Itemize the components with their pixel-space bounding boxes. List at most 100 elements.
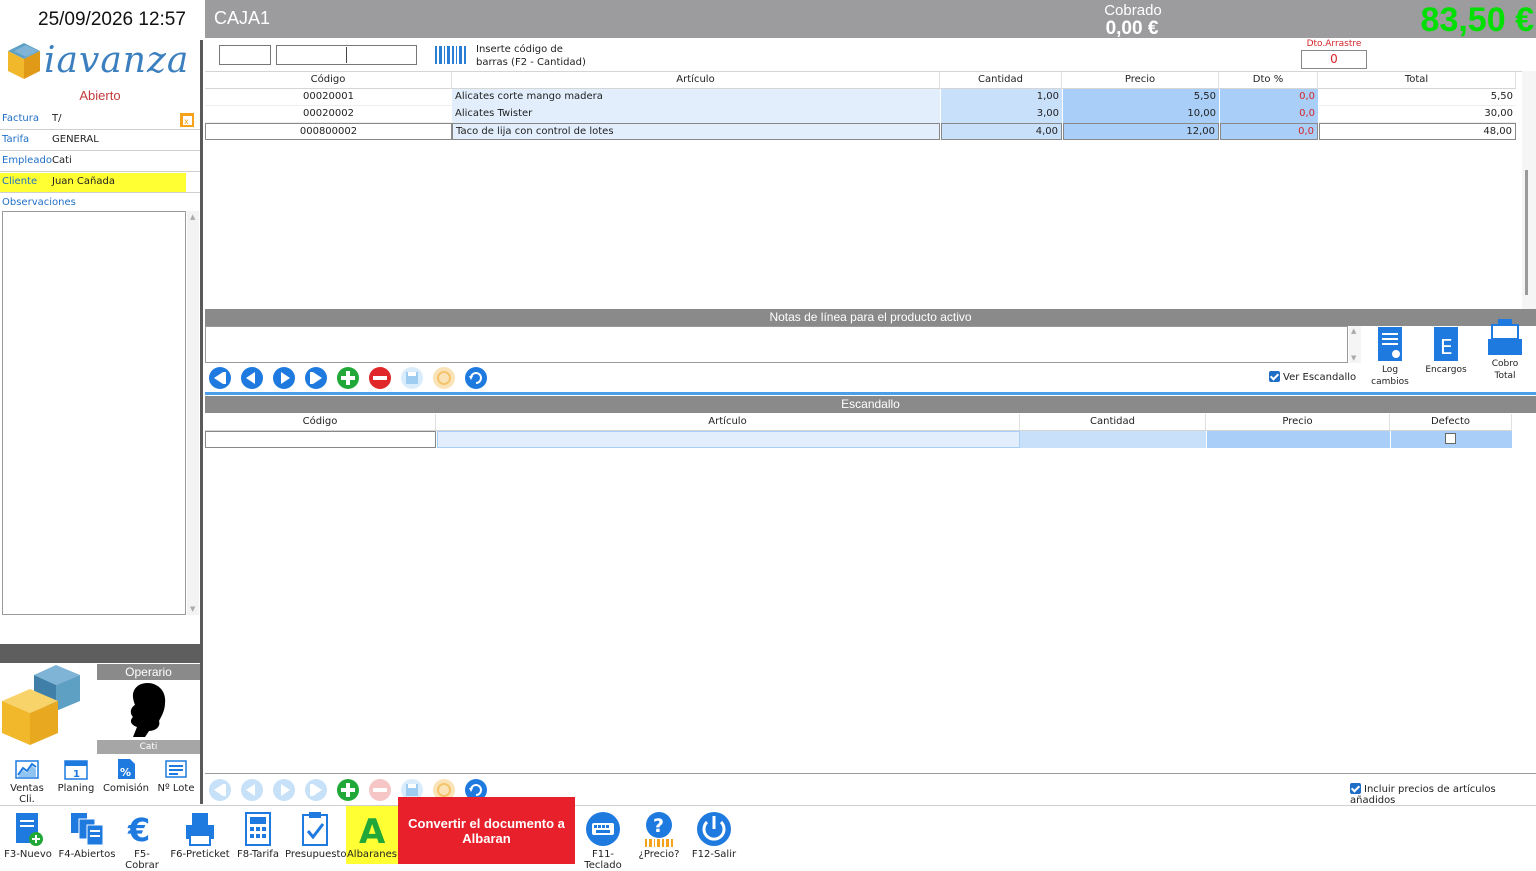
incluir-precios-checkbox[interactable]: Incluir precios de artículos añadidos — [1350, 783, 1536, 806]
ver-escandallo-checkbox[interactable]: Ver Escandallo — [1269, 371, 1356, 383]
tarifa-label: Tarifa — [2, 134, 30, 145]
euro-icon: € — [127, 811, 150, 847]
section-divider — [205, 392, 1536, 395]
svg-text:E: E — [1440, 335, 1453, 359]
esc-cell-defecto[interactable] — [1391, 431, 1512, 448]
dto-arrastre-input[interactable]: 0 — [1301, 50, 1367, 69]
encargos-label: Encargos — [1425, 365, 1467, 375]
price-question-icon: ? — [645, 812, 673, 847]
cell-dto[interactable]: 0,0 — [1220, 123, 1318, 140]
tarifa-row[interactable]: Tarifa GENERAL — [0, 130, 200, 151]
cell-codigo[interactable]: 00020002 — [205, 106, 452, 123]
cliente-row[interactable]: Cliente Juan Cañada — [0, 172, 200, 193]
albaranes-button[interactable]: A Albaranes — [346, 806, 398, 864]
notes-scrollbar[interactable]: ▲ ▼ — [1349, 326, 1361, 363]
escandallo-grid[interactable]: Código Artículo Cantidad Precio Defecto — [205, 414, 1536, 774]
col-precio[interactable]: Precio — [1062, 72, 1219, 89]
cell-cantidad[interactable]: 4,00 — [941, 123, 1062, 140]
cell-codigo[interactable]: 000800002 — [205, 123, 452, 140]
teclado-button[interactable]: F11-Teclado — [575, 806, 631, 871]
cell-dto[interactable]: 0,0 — [1220, 106, 1318, 123]
operator-avatar[interactable] — [125, 681, 171, 737]
save-icon[interactable] — [400, 366, 424, 390]
add-line-icon[interactable] — [336, 366, 360, 390]
nuevo-button[interactable]: F3-Nuevo — [4, 806, 52, 864]
precio-button[interactable]: ? ¿Precio? — [635, 806, 683, 864]
observaciones-scrollbar[interactable]: ▲ ▼ — [187, 211, 199, 615]
col-total[interactable]: Total — [1318, 72, 1516, 89]
lot-icon — [165, 760, 187, 778]
esc-cell-precio[interactable] — [1207, 431, 1390, 448]
next-record-icon[interactable] — [272, 366, 296, 390]
esc-cell-articulo[interactable] — [437, 431, 1020, 448]
cobro-total-button[interactable]: Cobro Total — [1478, 318, 1532, 382]
cell-articulo[interactable]: Alicates corte mango madera — [452, 89, 940, 106]
esc-cell-codigo[interactable] — [205, 431, 436, 448]
encargos-button[interactable]: E Encargos — [1421, 326, 1471, 376]
ventas-cli-button[interactable]: Ventas Cli. — [1, 758, 53, 805]
lines-scrollbar-thumb[interactable] — [1525, 170, 1528, 295]
keyboard-icon — [586, 812, 620, 846]
esc-col-codigo[interactable]: Código — [205, 414, 436, 431]
total-amount: 83,50 € — [1420, 1, 1534, 39]
refresh-icon[interactable] — [464, 366, 488, 390]
cell-total: 30,00 — [1319, 106, 1516, 123]
esc-last-record-icon[interactable] — [304, 778, 328, 802]
esc-col-cantidad[interactable]: Cantidad — [1020, 414, 1206, 431]
cell-precio[interactable]: 10,00 — [1063, 106, 1219, 123]
delete-line-icon[interactable] — [368, 366, 392, 390]
col-articulo[interactable]: Artículo — [452, 72, 940, 89]
planing-button[interactable]: 1 Planing — [50, 758, 102, 794]
quantity-input[interactable] — [219, 45, 271, 65]
cell-cantidad[interactable]: 3,00 — [941, 106, 1062, 123]
esc-next-record-icon[interactable] — [272, 778, 296, 802]
log-cambios-button[interactable]: Log cambios — [1363, 326, 1417, 388]
svg-text:%: % — [120, 766, 131, 779]
first-record-icon[interactable] — [208, 366, 232, 390]
esc-cell-cantidad[interactable] — [1020, 431, 1206, 448]
convertir-albaran-button[interactable]: Convertir el documento a Albaran — [398, 797, 575, 864]
esc-delete-line-icon[interactable] — [368, 778, 392, 802]
preticket-button[interactable]: F6-Preticket — [170, 806, 230, 864]
nuevo-label: F3-Nuevo — [4, 849, 52, 860]
cubes-image — [2, 665, 80, 745]
bottom-toolbar — [0, 805, 1536, 864]
export-icon[interactable]: x — [179, 112, 195, 128]
cell-articulo[interactable]: Alicates Twister — [452, 106, 940, 123]
cell-dto[interactable]: 0,0 — [1220, 89, 1318, 106]
col-dto[interactable]: Dto % — [1219, 72, 1318, 89]
comision-button[interactable]: % Comisión — [100, 758, 152, 794]
cell-cantidad[interactable]: 1,00 — [941, 89, 1062, 106]
empleado-row[interactable]: Empleado Cati — [0, 151, 200, 172]
cell-precio[interactable]: 12,00 — [1063, 123, 1219, 140]
cell-codigo[interactable]: 00020001 — [205, 89, 452, 106]
cell-articulo[interactable]: Taco de lija con control de lotes — [452, 123, 940, 140]
esc-col-precio[interactable]: Precio — [1206, 414, 1390, 431]
esc-col-articulo[interactable]: Artículo — [436, 414, 1020, 431]
log-cambios-label: Log cambios — [1371, 365, 1409, 387]
factura-row[interactable]: Factura T/ — [0, 109, 200, 130]
observaciones-textarea[interactable] — [2, 211, 186, 615]
last-record-icon[interactable] — [304, 366, 328, 390]
esc-add-line-icon[interactable] — [336, 778, 360, 802]
col-cantidad[interactable]: Cantidad — [940, 72, 1062, 89]
defecto-checkbox[interactable] — [1445, 433, 1456, 444]
cancel-edit-icon[interactable] — [432, 366, 456, 390]
salir-button[interactable]: F12-Salir — [688, 806, 740, 864]
checkbox-checked-icon — [1350, 783, 1361, 794]
presupuesto-button[interactable]: Presupuesto — [285, 806, 347, 864]
abiertos-button[interactable]: F4-Abiertos — [57, 806, 117, 864]
nlote-button[interactable]: Nº Lote — [150, 758, 202, 794]
cell-precio[interactable]: 5,50 — [1063, 89, 1219, 106]
lines-grid[interactable]: Código Artículo Cantidad Precio Dto % To… — [205, 71, 1522, 309]
esc-col-defecto[interactable]: Defecto — [1390, 414, 1512, 431]
clipboard-check-icon — [302, 812, 328, 846]
col-codigo[interactable]: Código — [205, 72, 452, 89]
cobrar-button[interactable]: € F5-Cobrar — [119, 806, 165, 871]
tarifa-button[interactable]: F8-Tarifa — [234, 806, 282, 864]
previous-record-icon[interactable] — [240, 366, 264, 390]
line-notes-textarea[interactable] — [205, 326, 1348, 363]
preticket-label: F6-Preticket — [170, 849, 230, 860]
esc-first-record-icon[interactable] — [208, 778, 232, 802]
esc-previous-record-icon[interactable] — [240, 778, 264, 802]
